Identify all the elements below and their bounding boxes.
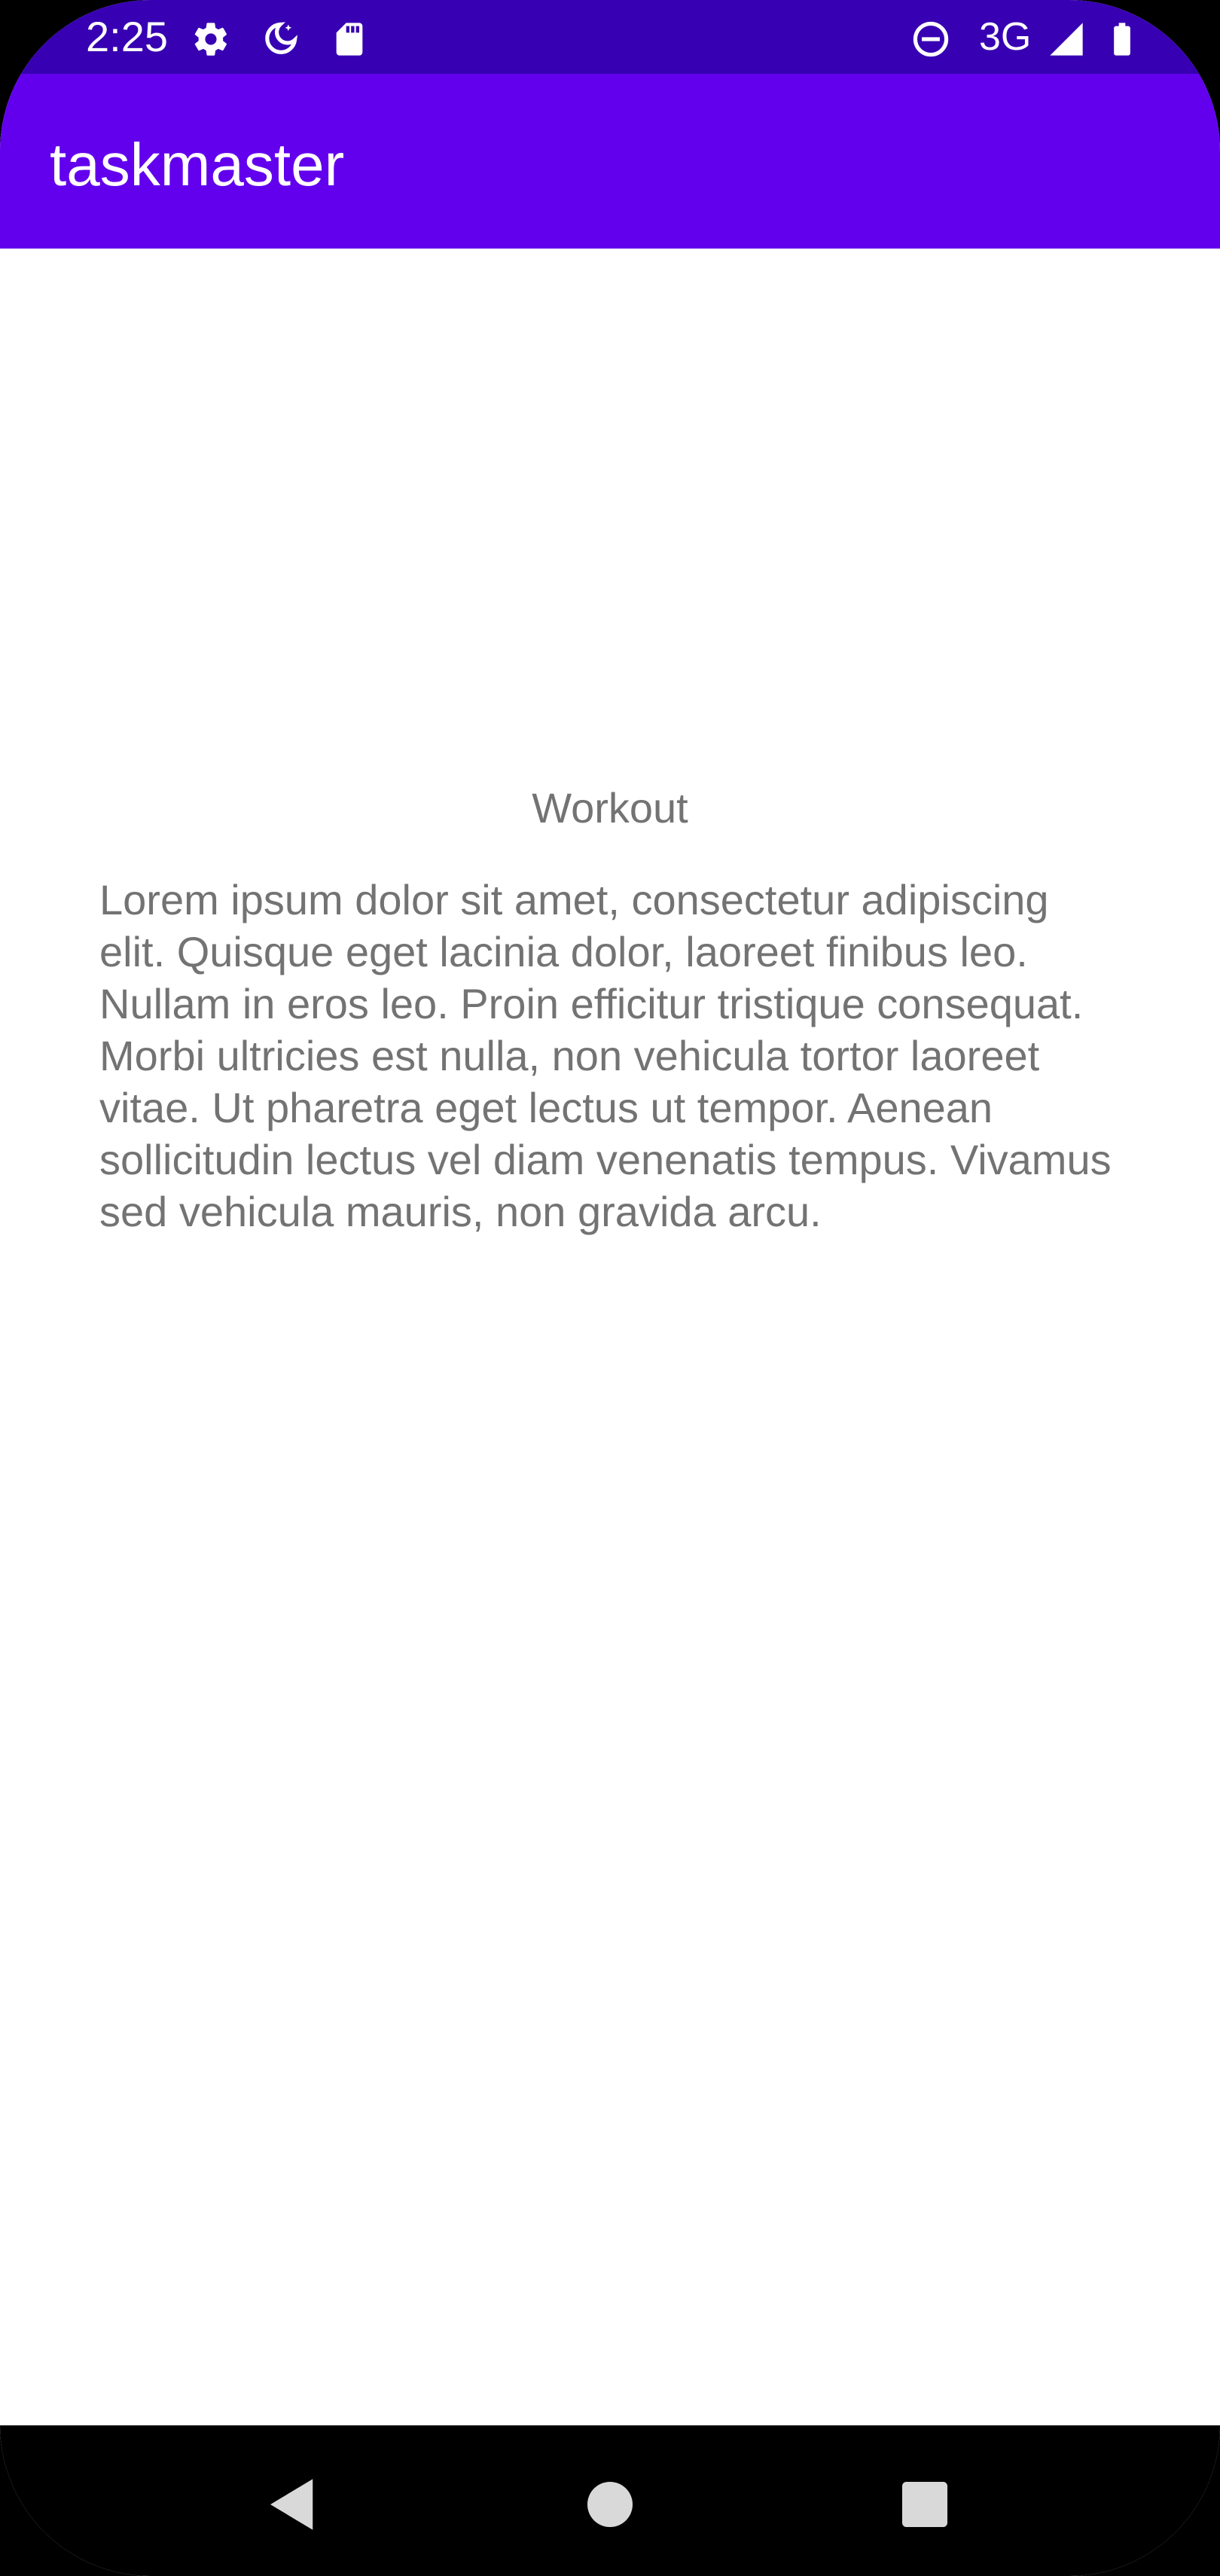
network-type: 3G [979, 15, 1032, 59]
settings-icon [194, 23, 227, 56]
app-bar: taskmaster [0, 74, 1220, 249]
task-description: Lorem ipsum dolor sit amet, consectetur … [99, 876, 1112, 1235]
battery-icon [1114, 23, 1130, 56]
status-bar: 2:25 3G [0, 0, 1220, 74]
phone-screen: 2:25 3G taskmaster Workout Lorem ipsum d… [0, 0, 1220, 2576]
task-title: Workout [532, 784, 688, 832]
app-title: taskmaster [50, 131, 345, 198]
sd-card-icon [336, 23, 363, 56]
status-time: 2:25 [86, 13, 168, 60]
signal-icon [1050, 23, 1083, 56]
home-icon[interactable] [576, 2471, 644, 2538]
back-icon[interactable] [259, 2471, 327, 2538]
do-not-disturb-moon-icon [265, 22, 297, 54]
navigation-bar [0, 2425, 1220, 2576]
task-detail-content: Workout Lorem ipsum dolor sit amet, cons… [0, 249, 1220, 2425]
recents-icon[interactable] [891, 2471, 959, 2538]
dnd-minus-icon [913, 21, 949, 57]
